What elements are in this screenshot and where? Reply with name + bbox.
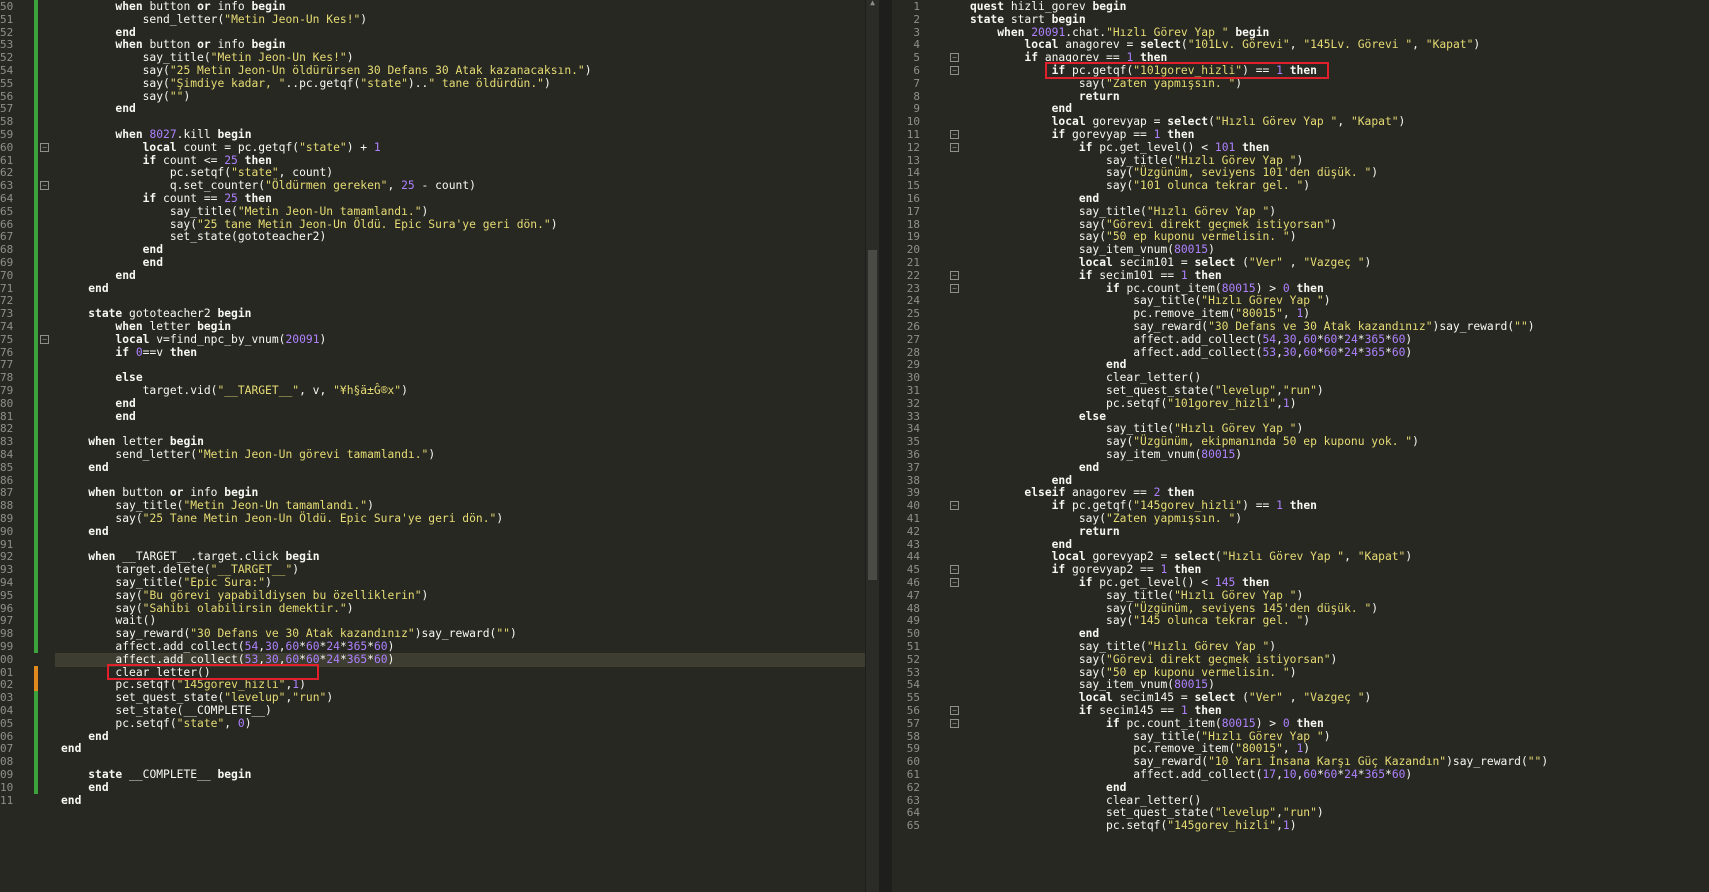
code-line-text: end	[61, 793, 82, 807]
right-code-area[interactable]: quest hizli_gorev begin state start begin…	[964, 0, 1709, 892]
fold-toggle-icon[interactable]: −	[40, 142, 49, 152]
left-code-area[interactable]: when button or info begin send_letter("M…	[55, 0, 865, 892]
left-line-number-gutter: 50 51 52 53 52 54 55 56 57 58 59 60 61 62 63 64 65 66 67 68…	[0, 0, 55, 892]
code-line[interactable]: end	[55, 794, 865, 808]
saved-change-bar	[34, 691, 38, 794]
fold-toggle-icon[interactable]: −	[950, 270, 959, 280]
fold-toggle-icon[interactable]: −	[950, 706, 959, 715]
fold-toggle-icon[interactable]: −	[950, 718, 959, 728]
fold-toggle-icon[interactable]: −	[950, 66, 959, 75]
saved-change-bar	[34, 0, 38, 653]
left-line-number: 11	[0, 793, 14, 807]
fold-toggle-icon[interactable]: −	[950, 130, 959, 139]
left-scrollbar-thumb[interactable]	[868, 250, 877, 580]
modified-change-bar	[34, 665, 38, 692]
fold-toggle-icon[interactable]: −	[950, 283, 959, 293]
code-line-text: pc.setqf("145gorev_hizli",1)	[1106, 819, 1297, 833]
fold-toggle-icon[interactable]: −	[40, 334, 49, 344]
code-line[interactable]: pc.setqf("145gorev_hizli",1)	[964, 819, 1709, 833]
right-line-number-gutter: 1 2 3 4 5 6 7 8 9 10 11 12 13 14 15 16 17 18 19 20 21 22 23 24 2…	[892, 0, 964, 892]
fold-toggle-icon[interactable]: −	[40, 181, 49, 191]
fold-toggle-icon[interactable]: −	[950, 565, 959, 575]
fold-toggle-icon[interactable]: −	[950, 578, 959, 587]
right-line-number: 65	[906, 819, 920, 833]
right-editor-pane[interactable]: 1 2 3 4 5 6 7 8 9 10 11 12 13 14 15 16 17 18 19 20 21 22 23 24 2…	[892, 0, 1709, 892]
left-editor-pane[interactable]: 50 51 52 53 52 54 55 56 57 58 59 60 61 62 63 64 65 66 67 68…	[0, 0, 865, 892]
scroll-up-arrow-icon[interactable]: ▲	[868, 0, 877, 7]
fold-toggle-icon[interactable]: −	[950, 142, 959, 152]
fold-toggle-icon[interactable]: −	[950, 53, 959, 63]
fold-toggle-icon[interactable]: −	[950, 501, 959, 511]
